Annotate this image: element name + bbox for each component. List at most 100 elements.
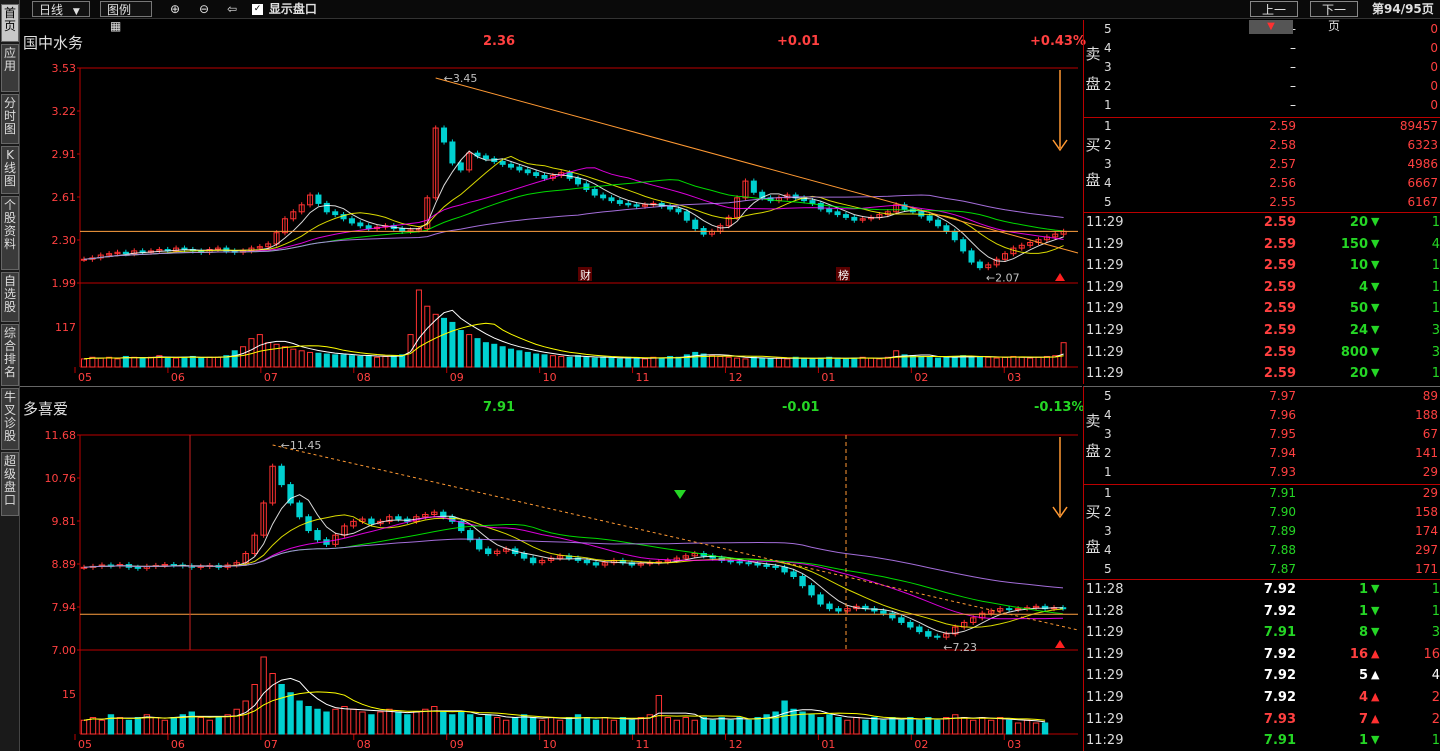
candle-body — [935, 219, 942, 227]
tick-volume: 150 — [1340, 236, 1368, 252]
candle-body — [583, 183, 590, 190]
side-tab-7[interactable]: 牛叉诊股 — [1, 388, 19, 450]
zoom-out-icon[interactable]: ⊖ — [196, 1, 212, 17]
tick-row[interactable]: 11:29 7.92 5 ▲ 4 — [1084, 666, 1440, 687]
tick-volume: 1 — [1358, 582, 1368, 597]
buy-row[interactable]: 4 2.56 6667 — [1084, 174, 1440, 193]
next-page-button[interactable]: 下一页 — [1310, 1, 1358, 33]
volume-bar — [826, 356, 833, 368]
tick-row[interactable]: 11:28 7.92 1 ▼ 1 — [1084, 580, 1440, 601]
kline-chart-1[interactable]: 3.53 3.22 2.91 2.61 2.30 1.99 117 05 06 07 08 09 10 1… — [20, 20, 1082, 384]
show-panel-toggle[interactable]: ✓ 显示盘口 — [252, 1, 317, 17]
collapse-chevron-icon[interactable]: ▼ — [1249, 20, 1293, 34]
volume-bar — [529, 717, 537, 735]
volume-bar — [664, 717, 672, 735]
buy-row[interactable]: 1 7.91 29 — [1084, 484, 1440, 503]
volume-bar — [826, 714, 833, 735]
sell-row[interactable]: 5 7.97 89 — [1084, 387, 1440, 406]
tick-time: 11:29 — [1086, 366, 1124, 382]
down-arrow-icon: ▼ — [1371, 301, 1380, 315]
tick-row[interactable]: 11:29 7.91 8 ▼ 3 — [1084, 623, 1440, 644]
side-tab-5[interactable]: 自选股 — [1, 272, 19, 322]
red-up-arrow-icon — [1055, 640, 1065, 648]
price: 2.58 — [1269, 138, 1296, 152]
price: 2.59 — [1269, 119, 1296, 133]
side-tab-3[interactable]: K线图 — [1, 146, 19, 194]
sell-row[interactable]: 1 – 0 — [1084, 96, 1440, 115]
sell-row[interactable]: 2 7.94 141 — [1084, 444, 1440, 463]
level: 4 — [1104, 176, 1112, 190]
volume-bar — [817, 357, 824, 368]
x-tick-label: 06 — [171, 738, 185, 751]
sell-row[interactable]: 2 – 0 — [1084, 77, 1440, 96]
candle-body — [314, 530, 321, 541]
tick-volume: 1 — [1358, 603, 1368, 619]
side-tab-0[interactable]: 首页 — [1, 4, 19, 42]
volume-bar — [441, 317, 448, 368]
y-tick-label: 10.76 — [45, 472, 77, 485]
sell-row[interactable]: 4 – 0 — [1084, 39, 1440, 58]
tick-volume: 4 — [1358, 690, 1368, 705]
buy-row[interactable]: 2 7.90 158 — [1084, 503, 1440, 522]
volume-bar — [628, 719, 636, 735]
prev-page-button[interactable]: 上一页 — [1250, 1, 1298, 33]
buy-row[interactable]: 5 2.55 6167 — [1084, 193, 1440, 212]
tick-row[interactable]: 11:29 2.59 4 ▼ 1 — [1084, 278, 1440, 299]
tick-time: 11:29 — [1086, 711, 1124, 727]
checkbox-icon[interactable]: ✓ — [252, 4, 263, 15]
candle-body — [529, 557, 537, 564]
buy-row[interactable]: 1 2.59 89457 — [1084, 117, 1440, 136]
volume: 67 — [1422, 427, 1438, 441]
down-arrow-icon: ▼ — [1371, 215, 1380, 228]
side-tab-2[interactable]: 分时图 — [1, 94, 19, 144]
price: – — [1290, 98, 1296, 112]
sell-row[interactable]: 4 7.96 188 — [1084, 406, 1440, 425]
side-tab-1[interactable]: 应用 — [1, 44, 19, 92]
side-tab-8[interactable]: 超级盘口 — [1, 452, 19, 516]
tick-row[interactable]: 11:29 2.59 20 ▼ 1 — [1084, 364, 1440, 385]
price: 7.91 — [1269, 486, 1296, 500]
sell-row[interactable]: 3 7.95 67 — [1084, 425, 1440, 444]
tick-time: 11:29 — [1086, 279, 1124, 295]
buy-row[interactable]: 3 2.57 4986 — [1084, 155, 1440, 174]
kline-chart-2[interactable]: 11.68 10.76 9.81 8.89 7.94 7.00 15 05 06 07 08 09 10… — [20, 387, 1082, 751]
tick-row[interactable]: 11:29 2.59 20 ▼ 1 — [1084, 213, 1440, 234]
side-tab-6[interactable]: 综合排名 — [1, 324, 19, 386]
tick-row[interactable]: 11:29 7.92 4 ▲ 2 — [1084, 688, 1440, 709]
buy-row[interactable]: 5 7.87 171 — [1084, 560, 1440, 579]
candle-body — [745, 562, 752, 565]
candle-body — [449, 141, 456, 164]
volume-bar — [359, 711, 366, 735]
tick-row[interactable]: 11:29 2.59 24 ▼ 3 — [1084, 321, 1440, 342]
volume-bar — [502, 719, 510, 735]
tick-row[interactable]: 11:29 2.59 150 ▼ 4 — [1084, 235, 1440, 256]
period-select[interactable]: 日线 ▼ — [32, 1, 90, 17]
volume-bar — [925, 717, 932, 735]
sell-row[interactable]: 1 7.93 29 — [1084, 463, 1440, 482]
tick-row[interactable]: 11:29 2.59 50 ▼ 1 — [1084, 299, 1440, 320]
level: 1 — [1104, 98, 1112, 112]
tick-row[interactable]: 11:29 7.92 16 ▲ 16 — [1084, 645, 1440, 666]
tick-row[interactable]: 11:29 7.93 7 ▲ 2 — [1084, 710, 1440, 731]
tick-row[interactable]: 11:28 7.92 1 ▼ 1 — [1084, 602, 1440, 623]
legend-button[interactable]: 图例 ▦ — [100, 1, 152, 33]
tick-row[interactable]: 11:29 2.59 800 ▼ 3 — [1084, 343, 1440, 364]
tick-row[interactable]: 11:29 7.91 1 ▼ 1 — [1084, 731, 1440, 751]
buy-row[interactable]: 3 7.89 174 — [1084, 522, 1440, 541]
volume-bar — [484, 714, 492, 735]
zoom-in-icon[interactable]: ⊕ — [167, 1, 183, 17]
back-icon[interactable]: ⇦ — [224, 1, 240, 17]
buy-row[interactable]: 4 7.88 297 — [1084, 541, 1440, 560]
volume: 6167 — [1407, 195, 1438, 209]
side-tab-4[interactable]: 个股资料 — [1, 196, 19, 270]
buy-row[interactable]: 2 2.58 6323 — [1084, 136, 1440, 155]
ma-line-60 — [83, 538, 1064, 589]
volume-bar — [709, 719, 716, 735]
volume-bar — [520, 714, 528, 735]
tick-row[interactable]: 11:29 2.59 10 ▼ 1 — [1084, 256, 1440, 277]
candle-body — [476, 539, 483, 550]
sell-row[interactable]: 3 – 0 — [1084, 58, 1440, 77]
candle-body — [600, 194, 607, 199]
x-tick-label: 10 — [543, 371, 557, 384]
volume-bar — [853, 717, 860, 735]
